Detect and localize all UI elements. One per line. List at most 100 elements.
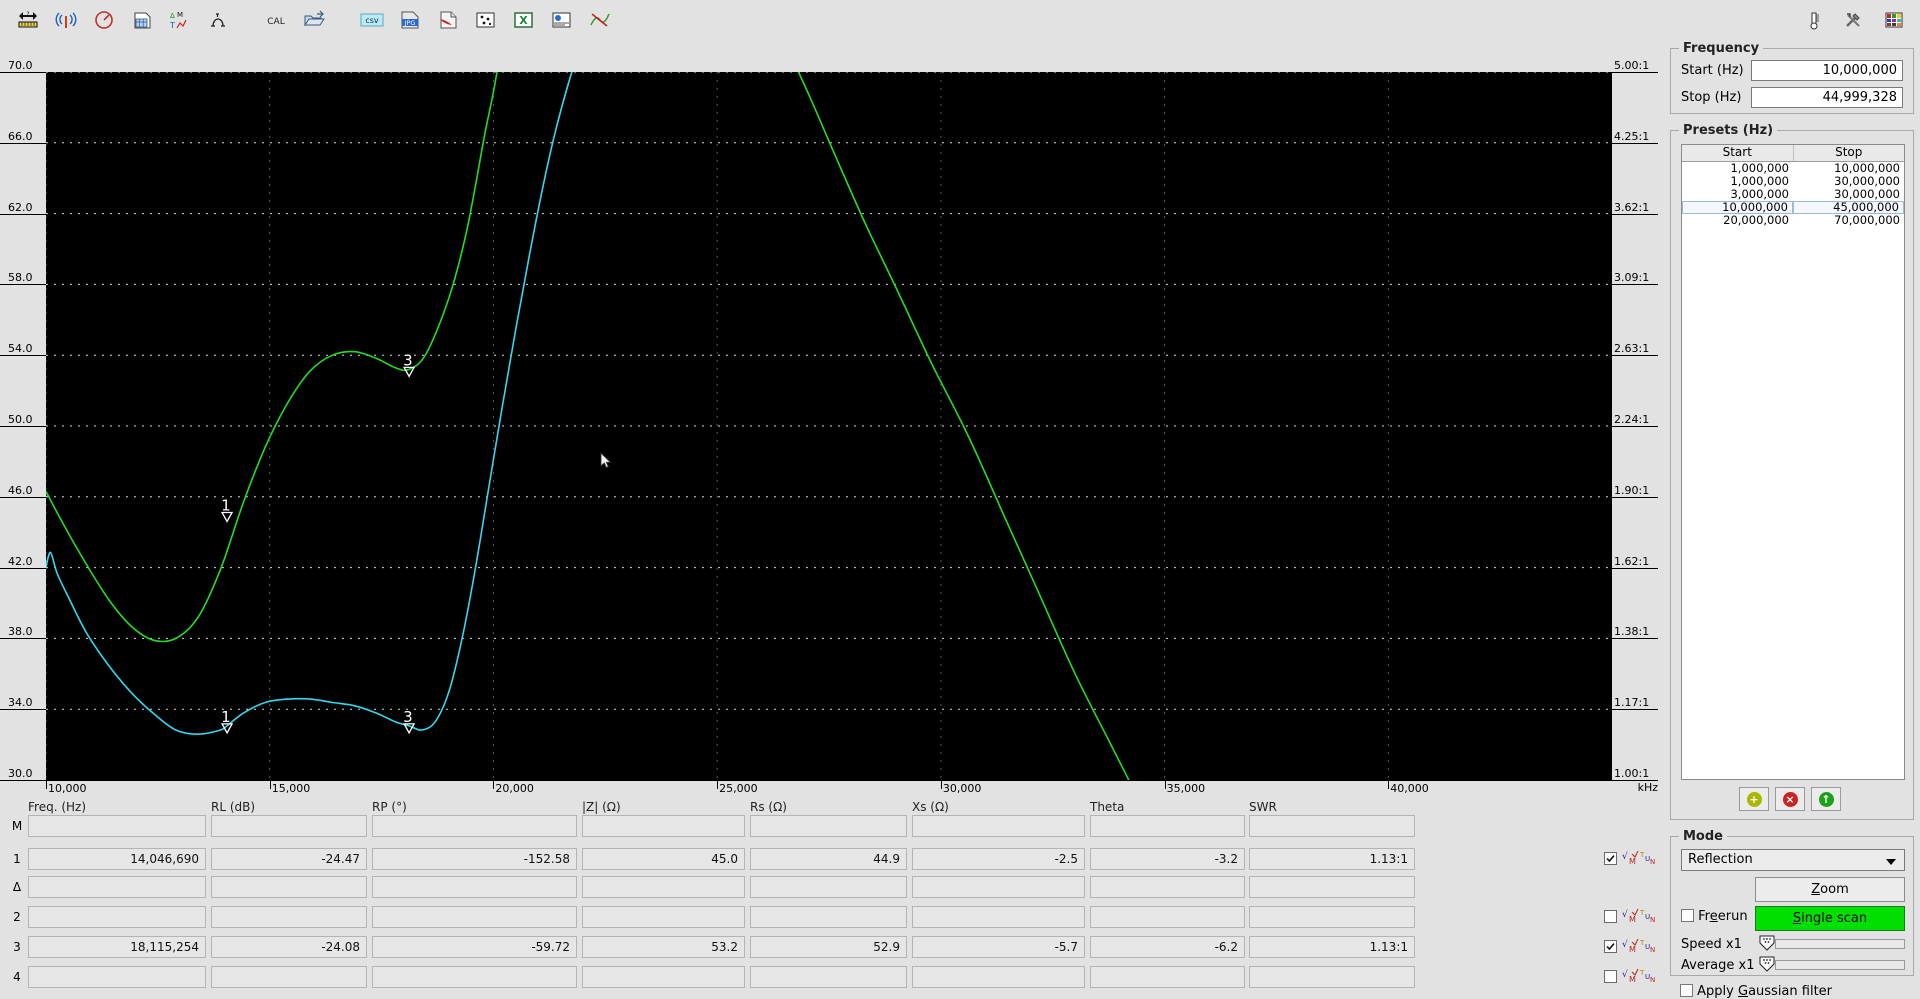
open-folder-icon[interactable]	[298, 4, 330, 36]
marker-cell[interactable]: -152.58	[372, 848, 577, 870]
marker-cell[interactable]	[750, 906, 907, 928]
start-frequency-input[interactable]: 10,000,000	[1751, 60, 1903, 81]
marker-cell[interactable]	[912, 876, 1085, 898]
marker-cell[interactable]	[1090, 906, 1245, 928]
marker-cell[interactable]	[1249, 815, 1415, 837]
csv-export-icon[interactable]: csv	[356, 4, 388, 36]
average-slider-thumb[interactable]	[1759, 956, 1775, 972]
marker-cell[interactable]	[582, 876, 745, 898]
average-slider[interactable]	[1775, 960, 1905, 970]
add-preset-button[interactable]: +	[1739, 787, 1769, 811]
marker-cell[interactable]: -5.7	[912, 936, 1085, 958]
y2-tick	[1612, 143, 1658, 144]
marker-cell[interactable]	[211, 815, 367, 837]
marker-cell[interactable]: -24.47	[211, 848, 367, 870]
marker-cell[interactable]	[1090, 815, 1245, 837]
calibration-ruler-icon[interactable]: ?	[12, 4, 44, 36]
preset-row[interactable]: 20,000,000 70,000,000	[1682, 214, 1904, 227]
pdf-export-icon[interactable]	[432, 4, 464, 36]
marker-cell[interactable]	[912, 966, 1085, 988]
apply-preset-button[interactable]: ↑	[1811, 787, 1841, 811]
marker-tune-icon[interactable]: T U N	[1640, 968, 1658, 989]
marker-cell[interactable]	[582, 906, 745, 928]
marker-enable-checkbox[interactable]	[1604, 852, 1617, 865]
marker-cell[interactable]	[28, 966, 206, 988]
antenna-icon[interactable]	[50, 4, 82, 36]
plot-canvas[interactable]: 1 3 1 3	[46, 72, 1612, 780]
freerun-checkbox[interactable]: Freerun	[1681, 909, 1748, 924]
marker-cell[interactable]: 14,046,690	[28, 848, 206, 870]
smith-chart-icon[interactable]	[470, 4, 502, 36]
graph-icon[interactable]	[584, 4, 616, 36]
gaussian-filter-checkbox[interactable]: Apply Gaussian filter	[1680, 984, 1832, 999]
marker-cell[interactable]	[750, 876, 907, 898]
marker-cell[interactable]: -59.72	[372, 936, 577, 958]
marker-cell[interactable]	[28, 815, 206, 837]
marker-tune-icon[interactable]: T U N	[1640, 938, 1658, 959]
single-scan-button[interactable]: Single scan	[1755, 906, 1905, 931]
chart-axes-icon[interactable]: Δ M T	[164, 4, 196, 36]
impedance-icon[interactable]	[202, 4, 234, 36]
marker-enable-checkbox[interactable]	[1604, 970, 1617, 983]
cal-icon[interactable]: CAL	[260, 4, 292, 36]
marker-cell[interactable]: -6.2	[1090, 936, 1245, 958]
marker-cell[interactable]	[372, 906, 577, 928]
marker-tune-icon[interactable]: T U N	[1640, 908, 1658, 929]
marker-cell[interactable]	[912, 906, 1085, 928]
freerun-checkbox-box[interactable]	[1681, 909, 1694, 922]
marker-cell[interactable]	[750, 966, 907, 988]
marker-cell[interactable]: 1.13:1	[1249, 936, 1415, 958]
palette-icon[interactable]	[1878, 4, 1910, 36]
marker-cell[interactable]	[211, 906, 367, 928]
marker-cell[interactable]	[1249, 876, 1415, 898]
marker-cell[interactable]	[750, 815, 907, 837]
marker-cell[interactable]	[372, 815, 577, 837]
marker-cell[interactable]: -24.08	[211, 936, 367, 958]
application-window: ?	[0, 0, 1920, 987]
marker-cell[interactable]	[372, 876, 577, 898]
marker-cell[interactable]: 45.0	[582, 848, 745, 870]
marker-tune-icon[interactable]: T U N	[1640, 850, 1658, 871]
table-icon[interactable]	[126, 4, 158, 36]
marker-cell[interactable]: 44.9	[750, 848, 907, 870]
zoom-button-label: Zoom	[1811, 882, 1848, 897]
marker-min-icon[interactable]: √ M	[1622, 908, 1640, 929]
excel-export-icon[interactable]: X	[508, 4, 540, 36]
clock-icon[interactable]	[88, 4, 120, 36]
zoom-button[interactable]: Zoom	[1755, 877, 1905, 902]
mode-select[interactable]: Reflection	[1681, 849, 1905, 871]
marker-cell[interactable]: -3.2	[1090, 848, 1245, 870]
marker-cell[interactable]	[211, 876, 367, 898]
marker-min-icon[interactable]: √ M	[1622, 968, 1640, 989]
marker-cell[interactable]	[28, 906, 206, 928]
marker-enable-checkbox[interactable]	[1604, 940, 1617, 953]
speed-slider[interactable]	[1775, 939, 1905, 949]
marker-cell[interactable]	[28, 876, 206, 898]
marker-cell[interactable]	[582, 815, 745, 837]
marker-cell[interactable]	[1090, 966, 1245, 988]
marker-cell[interactable]	[211, 966, 367, 988]
jpg-export-icon[interactable]: JPG	[394, 4, 426, 36]
marker-cell[interactable]	[1249, 906, 1415, 928]
marker-cell[interactable]: 53.2	[582, 936, 745, 958]
speed-slider-thumb[interactable]	[1759, 935, 1775, 951]
marker-cell[interactable]: 18,115,254	[28, 936, 206, 958]
marker-min-icon[interactable]: √ M	[1622, 938, 1640, 959]
tools-icon[interactable]	[1838, 4, 1870, 36]
marker-min-icon[interactable]: √ M	[1622, 850, 1640, 871]
marker-cell[interactable]: 1.13:1	[1249, 848, 1415, 870]
marker-cell[interactable]	[582, 966, 745, 988]
delete-preset-button[interactable]: ×	[1775, 787, 1805, 811]
presets-table[interactable]: StartStop 1,000,000 10,000,000 1,000,000…	[1681, 144, 1905, 780]
marker-cell[interactable]	[912, 815, 1085, 837]
marker-enable-checkbox[interactable]	[1604, 910, 1617, 923]
report-icon[interactable]	[546, 4, 578, 36]
marker-cell[interactable]	[1249, 966, 1415, 988]
stop-frequency-input[interactable]: 44,999,328	[1751, 87, 1903, 108]
marker-cell[interactable]	[372, 966, 577, 988]
marker-cell[interactable]: 52.9	[750, 936, 907, 958]
marker-cell[interactable]	[1090, 876, 1245, 898]
thermometer-icon[interactable]	[1798, 4, 1830, 36]
gaussian-filter-checkbox-box[interactable]	[1680, 984, 1693, 997]
marker-cell[interactable]: -2.5	[912, 848, 1085, 870]
